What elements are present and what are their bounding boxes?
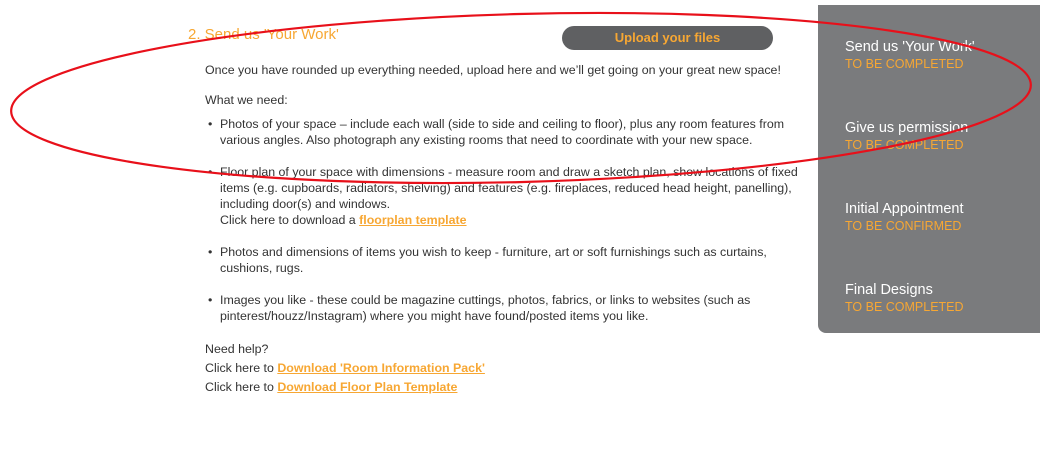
list-item: • Photos of your space – include each wa…	[205, 116, 815, 148]
section-title: 2. Send us 'Your Work'	[188, 26, 339, 43]
step-status: TO BE CONFIRMED	[845, 219, 962, 233]
help-line-1: Click here to Download 'Room Information…	[205, 359, 815, 378]
upload-files-button[interactable]: Upload your files	[562, 26, 773, 50]
help-section: Need help? Click here to Download 'Room …	[205, 340, 815, 397]
step-title: Final Designs	[845, 282, 933, 298]
bullet-icon: •	[208, 293, 213, 307]
step-final-designs[interactable]: Final Designs TO BE COMPLETED	[845, 281, 964, 315]
need-photos-text: Photos of your space – include each wall…	[220, 117, 785, 147]
main-content: 2. Send us 'Your Work' Upload your files…	[0, 0, 820, 450]
bullet-icon: •	[208, 117, 213, 131]
step-initial-appointment[interactable]: Initial Appointment TO BE CONFIRMED	[845, 200, 964, 234]
floorplan-link-prefix: Click here to download a	[220, 213, 360, 227]
help-prefix: Click here to	[205, 361, 278, 375]
step-send-work[interactable]: Send us 'Your Work' TO BE COMPLETED	[845, 38, 975, 72]
step-status: TO BE COMPLETED	[845, 138, 964, 152]
bullet-icon: •	[208, 165, 213, 179]
step-status: TO BE COMPLETED	[845, 57, 964, 71]
progress-sidebar: Send us 'Your Work' TO BE COMPLETED Give…	[818, 5, 1040, 333]
step-give-permission[interactable]: Give us permission TO BE COMPLETED	[845, 119, 968, 153]
floorplan-template-link[interactable]: floorplan template	[359, 213, 466, 227]
bullet-icon: •	[208, 245, 213, 259]
need-items-text: Photos and dimensions of items you wish …	[220, 245, 767, 275]
list-item: • Images you like - these could be magaz…	[205, 292, 815, 324]
list-item: • Floor plan of your space with dimensio…	[205, 164, 815, 228]
list-item: • Photos and dimensions of items you wis…	[205, 244, 815, 276]
floor-plan-template-link[interactable]: Download Floor Plan Template	[277, 380, 457, 394]
need-floorplan-text: Floor plan of your space with dimensions…	[220, 165, 798, 211]
room-info-pack-link[interactable]: Download 'Room Information Pack'	[277, 361, 485, 375]
instructions: Once you have rounded up everything need…	[205, 62, 815, 397]
step-status: TO BE COMPLETED	[845, 300, 964, 314]
needs-list: • Photos of your space – include each wa…	[205, 116, 815, 324]
step-title: Initial Appointment	[845, 201, 964, 217]
intro-text: Once you have rounded up everything need…	[205, 63, 781, 77]
step-title: Send us 'Your Work'	[845, 39, 975, 55]
help-title: Need help?	[205, 342, 269, 356]
step-title: Give us permission	[845, 120, 969, 136]
what-we-need-label: What we need:	[205, 93, 288, 107]
help-prefix: Click here to	[205, 380, 278, 394]
help-line-2: Click here to Download Floor Plan Templa…	[205, 378, 815, 397]
need-images-text: Images you like - these could be magazin…	[220, 293, 751, 323]
